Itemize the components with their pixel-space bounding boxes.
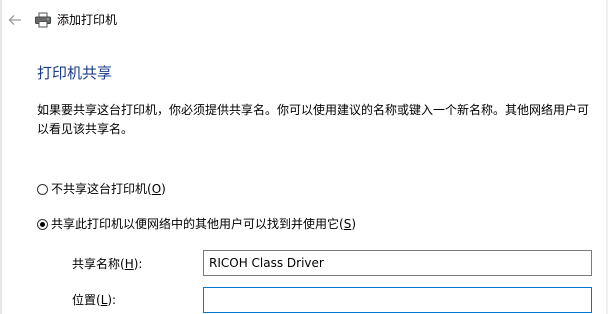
share-name-label: 共享名称(H):	[72, 257, 143, 271]
location-input[interactable]	[203, 287, 592, 313]
page-description: 如果要共享这台打印机，你必须提供共享名。你可以使用建议的名称或键入一个新名称。其…	[37, 103, 590, 136]
back-button[interactable]	[6, 11, 24, 29]
share-option[interactable]: 共享此打印机以便网络中的其他用户可以找到并使用它(S)	[37, 215, 356, 233]
add-printer-wizard: 添加打印机 打印机共享 如果要共享这台打印机，你必须提供共享名。你可以使用建议的…	[0, 0, 608, 314]
window-title: 添加打印机	[57, 13, 118, 27]
no-share-radio[interactable]	[37, 183, 48, 195]
page-title: 打印机共享	[37, 64, 113, 82]
window-left-edge	[0, 0, 2, 314]
back-arrow-icon	[8, 15, 21, 25]
share-radio[interactable]	[37, 218, 48, 230]
no-share-label[interactable]: 不共享这台打印机(O)	[51, 181, 166, 197]
no-share-option[interactable]: 不共享这台打印机(O)	[37, 180, 166, 198]
share-label[interactable]: 共享此打印机以便网络中的其他用户可以找到并使用它(S)	[51, 216, 356, 232]
share-name-input[interactable]	[203, 250, 592, 276]
printer-icon	[34, 12, 52, 28]
location-label: 位置(L):	[72, 293, 117, 307]
